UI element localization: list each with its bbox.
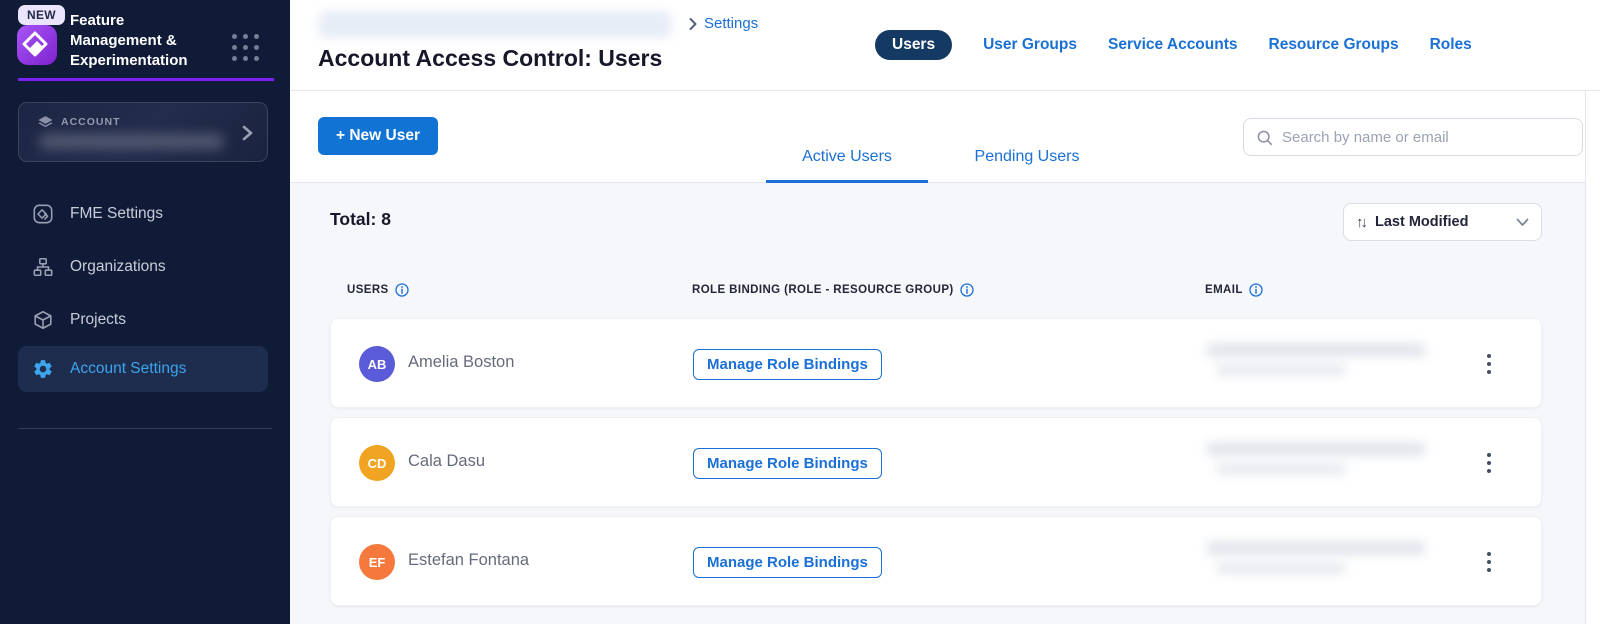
tab-resource-groups[interactable]: Resource Groups <box>1269 36 1399 54</box>
cube-icon <box>32 309 54 331</box>
sort-icon: ↑↓ <box>1356 214 1365 231</box>
email-redacted <box>1216 562 1346 574</box>
tab-active-users[interactable]: Active Users <box>766 148 928 183</box>
sidebar-item-label: Organizations <box>70 258 166 276</box>
manage-role-bindings-button[interactable]: Manage Role Bindings <box>693 448 882 479</box>
chevron-right-icon <box>688 17 698 31</box>
manage-role-bindings-button[interactable]: Manage Role Bindings <box>693 349 882 380</box>
tab-service-accounts[interactable]: Service Accounts <box>1108 36 1238 54</box>
sidebar-item-projects[interactable]: Projects <box>18 297 268 343</box>
new-badge: NEW <box>18 5 65 25</box>
total-count: Total: 8 <box>330 209 391 230</box>
page-title: Account Access Control: Users <box>318 45 662 72</box>
app-title-line2: Management & <box>70 31 188 51</box>
avatar: AB <box>359 346 395 382</box>
sort-dropdown[interactable]: ↑↓ Last Modified <box>1343 203 1542 241</box>
avatar: CD <box>359 445 395 481</box>
chevron-down-icon <box>1516 218 1529 227</box>
sidebar-item-fme-settings[interactable]: FME Settings <box>18 191 268 237</box>
column-header-users: USERS <box>347 283 409 297</box>
account-switcher[interactable]: ACCOUNT <box>18 102 268 162</box>
chevron-right-icon <box>239 123 255 143</box>
brand-divider <box>18 78 274 81</box>
account-name-redacted <box>39 134 224 149</box>
manage-role-bindings-button[interactable]: Manage Role Bindings <box>693 547 882 578</box>
info-icon[interactable] <box>960 283 974 297</box>
info-icon[interactable] <box>395 283 409 297</box>
sort-selected-value: Last Modified <box>1375 214 1508 230</box>
info-icon[interactable] <box>1249 283 1263 297</box>
user-name: Amelia Boston <box>408 353 514 372</box>
email-redacted <box>1216 463 1346 475</box>
table-row: AB Amelia Boston Manage Role Bindings <box>330 318 1542 408</box>
user-list-tabs: Active Users Pending Users <box>766 91 1092 183</box>
email-redacted <box>1206 343 1426 357</box>
sidebar-item-label: Projects <box>70 311 126 329</box>
kebab-menu-icon[interactable] <box>1479 444 1499 482</box>
table-row: CD Cala Dasu Manage Role Bindings <box>330 417 1542 507</box>
breadcrumb-redacted <box>318 11 672 38</box>
sidebar-divider <box>18 428 272 429</box>
sidebar: NEW Feature Management & Experimentation <box>0 0 290 624</box>
account-label: ACCOUNT <box>61 116 121 128</box>
tab-user-groups[interactable]: User Groups <box>983 36 1077 54</box>
breadcrumb-settings-link[interactable]: Settings <box>704 15 758 32</box>
column-header-email: EMAIL <box>1205 283 1263 297</box>
user-name: Estefan Fontana <box>408 551 529 570</box>
column-header-role-binding: ROLE BINDING (ROLE - RESOURCE GROUP) <box>692 283 974 297</box>
fme-logo-icon <box>32 203 54 225</box>
gear-icon <box>32 358 54 380</box>
user-name: Cala Dasu <box>408 452 485 471</box>
kebab-menu-icon[interactable] <box>1479 543 1499 581</box>
column-label: EMAIL <box>1205 284 1243 296</box>
sidebar-item-account-settings[interactable]: Account Settings <box>18 346 268 392</box>
app-title-line3: Experimentation <box>70 51 188 71</box>
fme-app-logo-icon <box>16 24 58 66</box>
email-redacted <box>1206 442 1426 456</box>
app-window: NEW Feature Management & Experimentation <box>0 0 1600 624</box>
table-header-row: USERS ROLE BINDING (ROLE - RESOURCE GROU… <box>330 283 1542 301</box>
tab-roles[interactable]: Roles <box>1430 36 1472 54</box>
search-input[interactable] <box>1282 129 1570 146</box>
kebab-menu-icon[interactable] <box>1479 345 1499 383</box>
avatar: EF <box>359 544 395 580</box>
search-icon <box>1256 129 1273 146</box>
app-title-line1: Feature <box>70 11 188 31</box>
sidebar-item-organizations[interactable]: Organizations <box>18 244 268 290</box>
toolbar: + New User Active Users Pending Users <box>290 91 1600 183</box>
access-control-tabs: Users User Groups Service Accounts Resou… <box>875 30 1472 60</box>
main-area: Settings Account Access Control: Users U… <box>290 0 1600 624</box>
email-redacted <box>1216 364 1346 376</box>
tab-pending-users[interactable]: Pending Users <box>962 148 1092 183</box>
scrollbar-gutter[interactable] <box>1585 91 1600 624</box>
app-grid-icon[interactable] <box>232 34 261 63</box>
new-user-button[interactable]: + New User <box>318 117 438 155</box>
column-label: ROLE BINDING (ROLE - RESOURCE GROUP) <box>692 284 954 296</box>
table-row: EF Estefan Fontana Manage Role Bindings <box>330 516 1542 606</box>
search-box <box>1243 118 1583 156</box>
column-label: USERS <box>347 284 389 296</box>
org-chart-icon <box>32 256 54 278</box>
layers-icon <box>37 114 54 131</box>
email-redacted <box>1206 541 1426 555</box>
app-title: Feature Management & Experimentation <box>70 11 188 71</box>
sidebar-item-label: FME Settings <box>70 205 163 223</box>
sidebar-item-label: Account Settings <box>70 360 186 378</box>
page-header: Settings Account Access Control: Users U… <box>290 0 1600 91</box>
tab-users[interactable]: Users <box>875 30 952 60</box>
